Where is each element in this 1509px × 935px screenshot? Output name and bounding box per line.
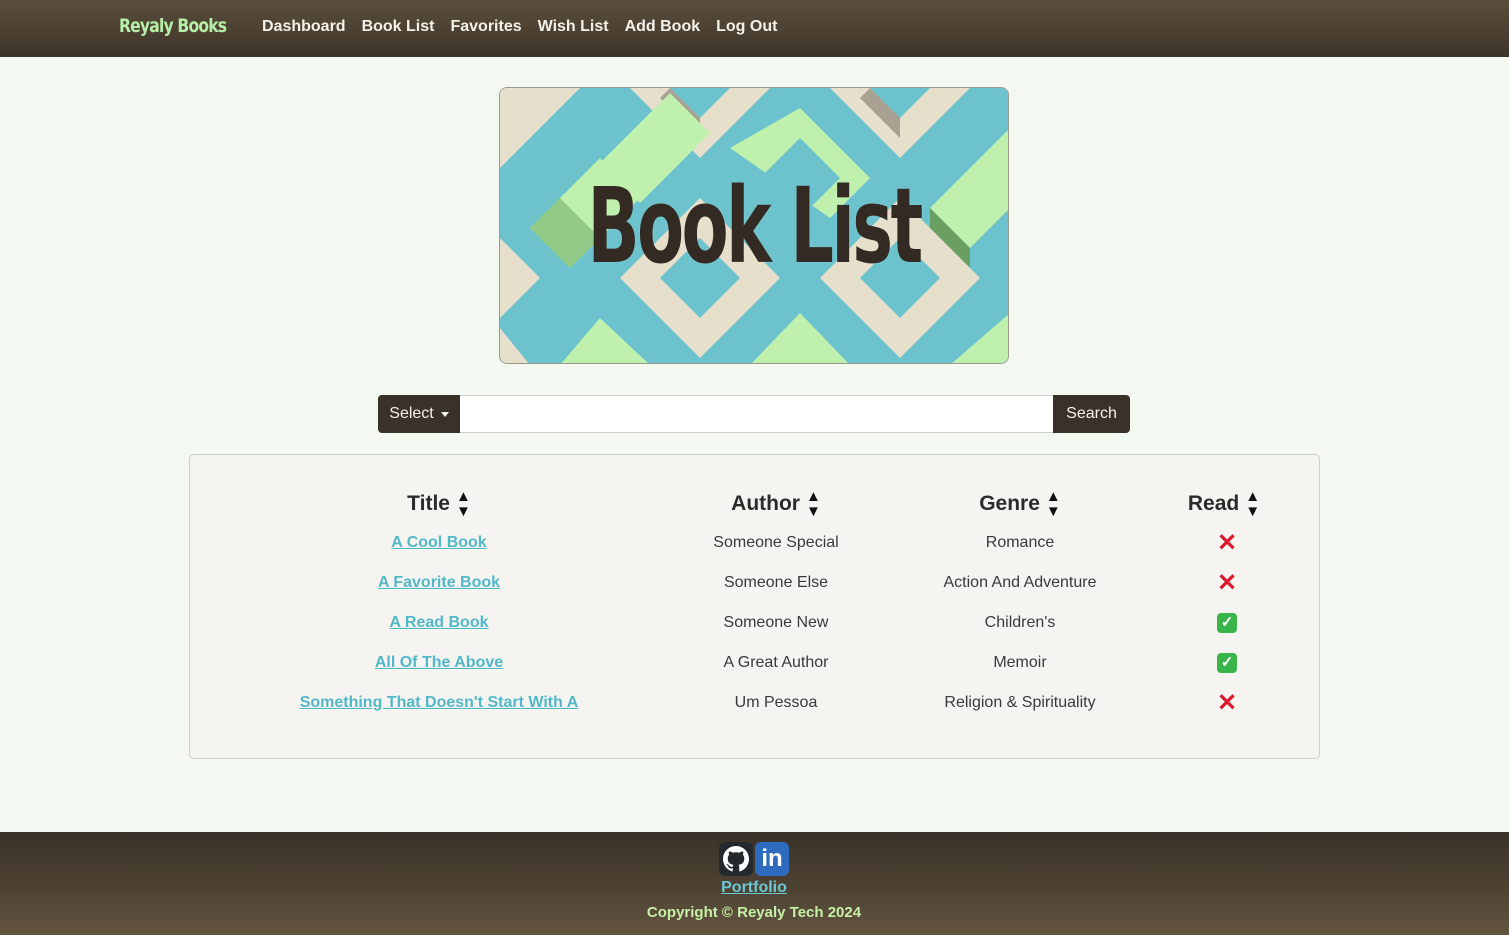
column-header-read[interactable]: Read ▲ ▼ xyxy=(1188,487,1260,521)
search-button[interactable]: Search xyxy=(1053,395,1130,433)
column-header-label: Read xyxy=(1187,492,1240,515)
book-genre: Memoir xyxy=(993,654,1047,671)
nav-add-book[interactable]: Add Book xyxy=(625,18,701,36)
search-filter-label: Select xyxy=(389,405,434,422)
nav-log-out[interactable]: Log Out xyxy=(716,18,777,36)
book-author: Someone New xyxy=(723,614,829,631)
column-header-label: Author xyxy=(731,492,800,515)
top-navbar: Reyaly Books Dashboard Book List Favorit… xyxy=(0,0,1509,57)
check-mark-icon: ✓ xyxy=(1217,613,1237,633)
book-title-link[interactable]: All Of The Above xyxy=(375,654,503,672)
brand-logo[interactable]: Reyaly Books xyxy=(119,15,227,37)
book-title-link[interactable]: Something That Doesn't Start With A xyxy=(300,694,579,712)
book-genre: Religion & Spirituality xyxy=(944,694,1096,711)
book-author: Someone Special xyxy=(713,534,839,551)
book-author: Um Pessoa xyxy=(734,694,818,711)
book-genre: Romance xyxy=(985,534,1055,551)
book-author: Someone Else xyxy=(723,574,829,591)
portfolio-link[interactable]: Portfolio xyxy=(721,879,787,897)
sort-arrows-icon[interactable]: ▲ ▼ xyxy=(806,489,821,519)
search-input[interactable] xyxy=(460,395,1053,433)
page-title: Book List xyxy=(587,164,923,287)
nav-favorites[interactable]: Favorites xyxy=(450,18,521,36)
search-filter-dropdown[interactable]: Select xyxy=(378,395,460,433)
book-genre: Children's xyxy=(984,614,1056,631)
caret-down-icon xyxy=(440,411,449,417)
book-author: A Great Author xyxy=(723,654,829,671)
book-title-link[interactable]: A Cool Book xyxy=(391,534,486,552)
book-table: Title ▲ ▼ Author ▲ ▼ Genre ▲ ▼ Read ▲ ▼ A Co… xyxy=(189,454,1320,759)
nav-wish-list[interactable]: Wish List xyxy=(538,18,609,36)
cross-mark-icon: ✕ xyxy=(1216,529,1238,557)
column-header-title[interactable]: Title ▲ ▼ xyxy=(407,487,471,521)
sort-arrows-icon[interactable]: ▲ ▼ xyxy=(1046,489,1061,519)
nav-links: Dashboard Book List Favorites Wish List … xyxy=(262,18,777,36)
social-links: in xyxy=(719,842,789,876)
column-header-label: Genre xyxy=(979,492,1040,515)
sort-arrows-icon[interactable]: ▲ ▼ xyxy=(1245,489,1260,519)
page-banner: Book List xyxy=(499,87,1009,364)
book-genre: Action And Adventure xyxy=(943,574,1097,591)
book-title-link[interactable]: A Favorite Book xyxy=(378,574,500,592)
linkedin-icon[interactable]: in xyxy=(755,842,789,876)
search-bar: Select Search xyxy=(378,395,1130,433)
book-title-link[interactable]: A Read Book xyxy=(390,614,489,632)
sort-arrows-icon[interactable]: ▲ ▼ xyxy=(456,489,471,519)
column-header-author[interactable]: Author ▲ ▼ xyxy=(731,487,821,521)
column-header-genre[interactable]: Genre ▲ ▼ xyxy=(979,487,1061,521)
column-header-label: Title xyxy=(407,492,450,515)
page-footer: in Portfolio Copyright © Reyaly Tech 202… xyxy=(0,832,1509,935)
check-mark-icon: ✓ xyxy=(1217,653,1237,673)
cross-mark-icon: ✕ xyxy=(1216,689,1238,717)
copyright-text: Copyright © Reyaly Tech 2024 xyxy=(646,904,862,921)
nav-dashboard[interactable]: Dashboard xyxy=(262,18,346,36)
github-icon[interactable] xyxy=(719,842,753,876)
cross-mark-icon: ✕ xyxy=(1216,569,1238,597)
nav-book-list[interactable]: Book List xyxy=(362,18,435,36)
